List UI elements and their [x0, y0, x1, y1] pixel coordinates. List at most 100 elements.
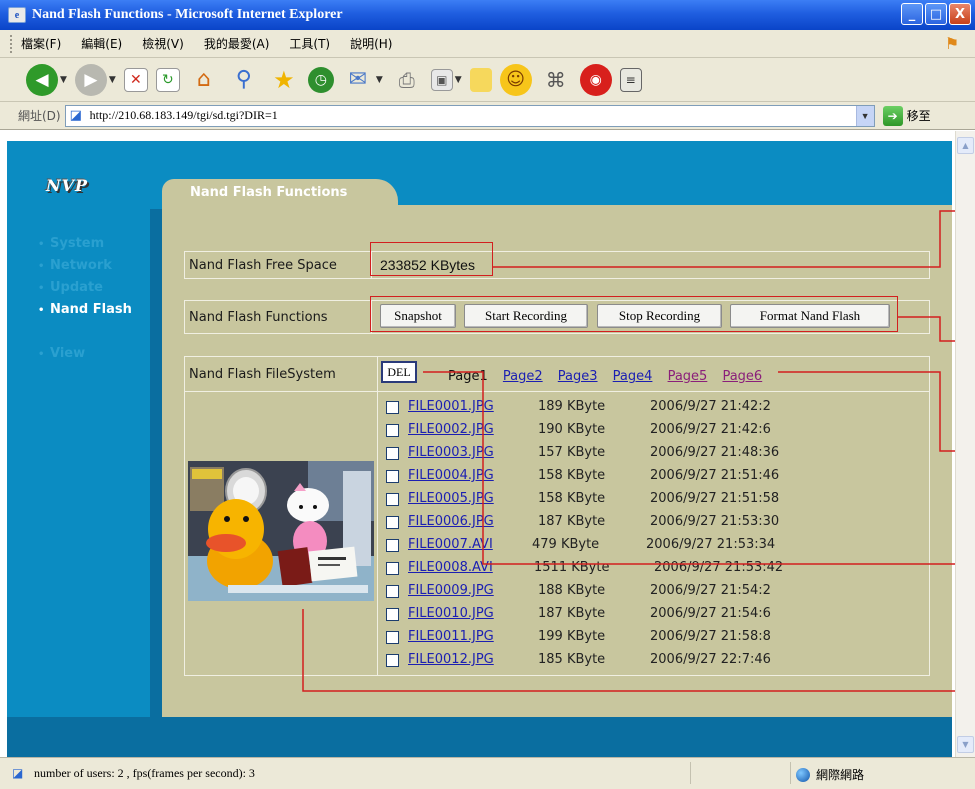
- file-row: FILE0009.JPG 188 KByte 2006/9/27 21:54:2: [386, 582, 926, 605]
- file-list: FILE0001.JPG 189 KByte 2006/9/27 21:42:2 F…: [386, 398, 926, 674]
- print-icon[interactable]: ⎙: [391, 64, 423, 96]
- mail-icon[interactable]: ✉: [342, 64, 374, 96]
- page-3-link[interactable]: Page3: [558, 369, 598, 384]
- file-link[interactable]: FILE0010.JPG: [408, 606, 494, 621]
- file-link[interactable]: FILE0004.JPG: [408, 468, 494, 483]
- menu-file[interactable]: 檔案(F): [21, 35, 61, 52]
- back-icon[interactable]: ◀: [26, 63, 58, 96]
- page-2-link[interactable]: Page2: [503, 369, 543, 384]
- menu-bar: 檔案(F) 編輯(E) 檢視(V) 我的最愛(A) 工具(T) 說明(H) ⚑: [0, 30, 975, 58]
- file-link[interactable]: FILE0012.JPG: [408, 652, 494, 667]
- forward-icon[interactable]: ▶: [74, 63, 107, 96]
- nav-item-nand-flash[interactable]: • Nand Flash: [38, 302, 132, 324]
- minimize-button[interactable]: _: [901, 3, 923, 25]
- file-row: FILE0002.JPG 190 KByte 2006/9/27 21:42:6: [386, 421, 926, 444]
- file-size: 185 KByte: [538, 652, 606, 667]
- file-checkbox[interactable]: [386, 401, 399, 414]
- file-row: FILE0010.JPG 187 KByte 2006/9/27 21:54:6: [386, 605, 926, 628]
- research-icon[interactable]: ⌘: [540, 64, 572, 96]
- status-bar: ◪ number of users: 2 , fps(frames per se…: [0, 757, 975, 789]
- callout-box-free-space: [370, 242, 493, 276]
- snapshot-preview-drawing: [188, 461, 374, 601]
- messenger-smiley-icon[interactable]: ☺: [499, 63, 532, 96]
- nav-item-system[interactable]: • System: [38, 236, 132, 258]
- nav-item-view[interactable]: • View: [38, 346, 132, 368]
- file-link[interactable]: FILE0009.JPG: [408, 583, 494, 598]
- file-link[interactable]: FILE0006.JPG: [408, 514, 494, 529]
- scroll-up-icon[interactable]: ▲: [957, 137, 974, 154]
- file-checkbox[interactable]: [386, 470, 399, 483]
- file-link[interactable]: FILE0011.JPG: [408, 629, 494, 644]
- plugin-box-icon[interactable]: ≡: [619, 67, 642, 92]
- menu-view[interactable]: 檢視(V): [142, 35, 184, 52]
- address-bar: 網址(D) ◪ http://210.68.183.149/tgi/sd.tgi…: [0, 102, 975, 130]
- scroll-down-icon[interactable]: ▼: [957, 736, 974, 753]
- toolbar-grip[interactable]: [10, 34, 13, 53]
- file-checkbox[interactable]: [386, 447, 399, 460]
- edit-dropdown-icon[interactable]: ▼: [455, 75, 462, 85]
- menu-edit[interactable]: 編輯(E): [81, 35, 122, 52]
- go-arrow-icon[interactable]: ➔: [882, 105, 903, 126]
- status-text: number of users: 2 , fps(frames per seco…: [34, 766, 255, 780]
- web-content: Nand Flash Functions NVP • System • Networ…: [0, 131, 955, 757]
- back-dropdown-icon[interactable]: ▼: [60, 75, 67, 85]
- file-size: 190 KByte: [538, 422, 606, 437]
- discuss-icon[interactable]: [469, 67, 492, 92]
- standard-toolbar: ◀ ▼ ▶ ▼ ✕ ↻ ⌂ ⚲ ★ ◷ ✉ ▼ ⎙ ▣ ▼ ☺ ⌘ ◉ ≡: [0, 58, 975, 102]
- page-4-link[interactable]: Page4: [613, 369, 653, 384]
- mail-dropdown-icon[interactable]: ▼: [376, 75, 383, 85]
- file-checkbox[interactable]: [386, 608, 399, 621]
- page-5-link[interactable]: Page5: [668, 369, 708, 384]
- file-date: 2006/9/27 21:54:2: [650, 583, 771, 598]
- close-button[interactable]: X: [949, 3, 971, 25]
- file-checkbox[interactable]: [386, 493, 399, 506]
- free-space-label: Nand Flash Free Space: [189, 258, 337, 273]
- page-6-link[interactable]: Page6: [722, 369, 762, 384]
- file-checkbox[interactable]: [386, 516, 399, 529]
- file-link[interactable]: FILE0005.JPG: [408, 491, 494, 506]
- window-titlebar: e Nand Flash Functions - Microsoft Inter…: [0, 0, 975, 30]
- file-link[interactable]: FILE0008.AVI: [408, 560, 493, 575]
- file-date: 2006/9/27 21:51:58: [650, 491, 780, 506]
- file-date: 2006/9/27 22:7:46: [650, 652, 771, 667]
- maximize-button[interactable]: □: [925, 3, 947, 25]
- file-checkbox[interactable]: [386, 562, 399, 575]
- home-icon[interactable]: ⌂: [188, 64, 220, 96]
- file-date: 2006/9/27 21:42:6: [650, 422, 771, 437]
- file-row: FILE0012.JPG 185 KByte 2006/9/27 22:7:46: [386, 651, 926, 674]
- nav-item-update[interactable]: • Update: [38, 280, 132, 302]
- search-icon[interactable]: ⚲: [228, 64, 260, 96]
- zone-label: 網際網路: [816, 768, 865, 782]
- file-checkbox[interactable]: [386, 539, 399, 552]
- address-dropdown-icon[interactable]: ▼: [855, 105, 874, 126]
- file-link[interactable]: FILE0002.JPG: [408, 422, 494, 437]
- address-input[interactable]: ◪ http://210.68.183.149/tgi/sd.tgi?DIR=1…: [64, 104, 875, 127]
- file-date: 2006/9/27 21:42:2: [650, 399, 771, 414]
- delete-button[interactable]: DEL: [381, 361, 417, 383]
- stop-icon[interactable]: ✕: [123, 67, 148, 92]
- page-1-current: Page1: [448, 369, 488, 384]
- file-checkbox[interactable]: [386, 424, 399, 437]
- file-checkbox[interactable]: [386, 585, 399, 598]
- refresh-icon[interactable]: ↻: [155, 67, 180, 92]
- forward-dropdown-icon[interactable]: ▼: [109, 75, 116, 85]
- file-link[interactable]: FILE0001.JPG: [408, 399, 494, 414]
- file-link[interactable]: FILE0003.JPG: [408, 445, 494, 460]
- menu-favorites[interactable]: 我的最愛(A): [204, 35, 270, 52]
- menu-help[interactable]: 說明(H): [350, 35, 392, 52]
- favorites-star-icon[interactable]: ★: [268, 64, 300, 96]
- go-button[interactable]: 移至: [907, 107, 931, 124]
- file-row: FILE0003.JPG 157 KByte 2006/9/27 21:48:36: [386, 444, 926, 467]
- vertical-scrollbar[interactable]: ▲ ▼: [955, 131, 975, 757]
- edit-icon[interactable]: ▣: [430, 68, 453, 91]
- menu-tools[interactable]: 工具(T): [289, 35, 330, 52]
- plugin-red-icon[interactable]: ◉: [579, 63, 612, 96]
- file-checkbox[interactable]: [386, 631, 399, 644]
- file-checkbox[interactable]: [386, 654, 399, 667]
- history-icon[interactable]: ◷: [307, 66, 334, 93]
- address-url: http://210.68.183.149/tgi/sd.tgi?DIR=1: [89, 108, 278, 122]
- nav-item-network[interactable]: • Network: [38, 258, 132, 280]
- file-size: 187 KByte: [538, 514, 606, 529]
- file-date: 2006/9/27 21:53:42: [654, 560, 784, 575]
- file-link[interactable]: FILE0007.AVI: [408, 537, 493, 552]
